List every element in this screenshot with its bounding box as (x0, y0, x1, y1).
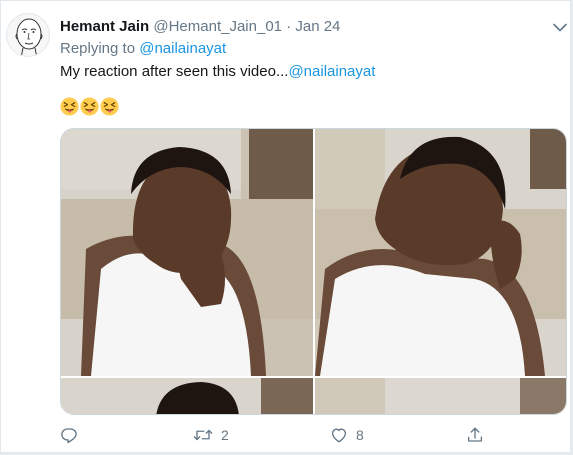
share-button[interactable] (466, 425, 484, 445)
tweet-text: My reaction after seen this video...@nai… (60, 62, 375, 82)
tweet-date[interactable]: Jan 24 (295, 18, 340, 35)
tweet-card[interactable]: Hemant Jain @Hemant_Jain_01 · Jan 24 Rep… (0, 0, 571, 453)
retweet-count: 2 (221, 427, 229, 443)
like-button[interactable]: 8 (330, 425, 364, 445)
author-name[interactable]: Hemant Jain (60, 18, 149, 35)
retweet-button[interactable]: 2 (193, 425, 229, 445)
more-options-button[interactable] (547, 15, 573, 39)
tweet-header: Hemant Jain @Hemant_Jain_01 · Jan 24 (60, 17, 340, 37)
photo-boy-looking-back (315, 129, 566, 376)
squinting-face-with-tongue-icon (80, 97, 99, 116)
like-count: 8 (356, 427, 364, 443)
replying-to-label: Replying to (60, 40, 140, 57)
replying-to: Replying to @nailainayat (60, 39, 226, 59)
separator-dot: · (286, 18, 292, 35)
media-photo-2[interactable] (315, 129, 566, 376)
retweet-icon (193, 429, 213, 441)
photo-boy-thinking (61, 129, 313, 376)
mention-link[interactable]: @nailainayat (288, 63, 375, 80)
author-handle[interactable]: @Hemant_Jain_01 (153, 18, 282, 35)
media-photo-3[interactable] (61, 378, 313, 414)
photo-boy-3 (61, 378, 313, 414)
tweet-text-content: My reaction after seen this video... (60, 63, 289, 80)
chevron-down-icon (553, 23, 567, 31)
media-grid[interactable] (60, 128, 567, 415)
heart-icon (331, 428, 347, 443)
media-photo-1[interactable] (61, 129, 313, 376)
avatar-sketch-icon (15, 18, 43, 56)
action-bar: 2 8 (60, 425, 500, 445)
replying-to-link[interactable]: @nailainayat (139, 40, 226, 57)
reply-icon (61, 428, 77, 444)
media-photo-4[interactable] (315, 378, 566, 414)
photo-boy-4 (315, 378, 566, 414)
avatar[interactable] (6, 13, 50, 57)
share-icon (467, 427, 483, 442)
squinting-face-with-tongue-icon (60, 97, 79, 116)
emoji-row (60, 97, 119, 117)
reply-button[interactable] (60, 425, 86, 445)
squinting-face-with-tongue-icon (100, 97, 119, 116)
